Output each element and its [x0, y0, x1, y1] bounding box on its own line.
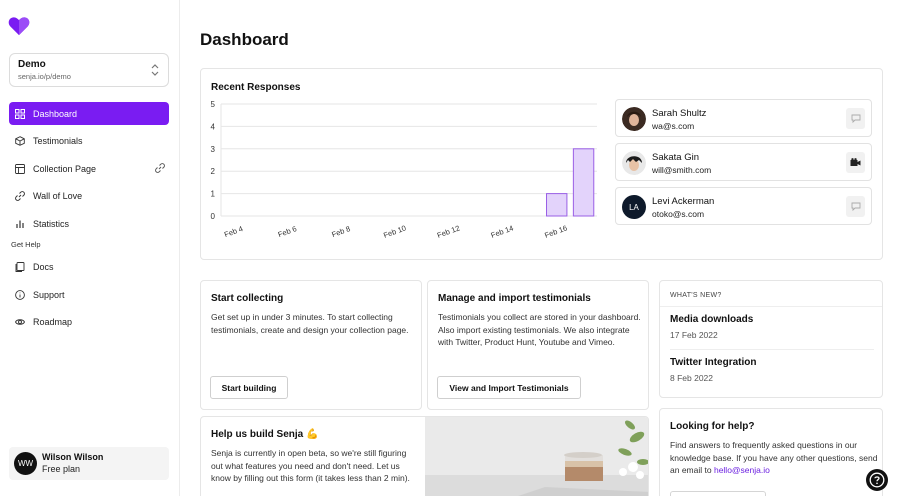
- response-name: Sarah Shultz: [652, 108, 707, 119]
- response-item[interactable]: Sarah Shultz wa@s.com: [615, 99, 872, 137]
- get-help-heading: Get Help: [11, 240, 41, 249]
- responses-chart: 0 1 2 3 4 5 Feb 4 Feb 6 Feb 8 Feb 10 Feb 12 Feb 14 F…: [211, 100, 597, 240]
- looking-for-help-text: Find answers to frequently asked questio…: [670, 439, 878, 477]
- divider: [670, 349, 874, 350]
- bar: [546, 193, 568, 217]
- help-build-text: Senja is currently in open beta, so we'r…: [211, 448, 410, 483]
- response-name: Levi Ackerman: [652, 196, 715, 207]
- user-name: Wilson Wilson: [42, 452, 104, 462]
- sidebar-item-label: Dashboard: [33, 108, 78, 119]
- help-button[interactable]: [670, 491, 766, 496]
- x-tick-label: Feb 12: [436, 223, 461, 239]
- response-item[interactable]: Sakata Gin will@smith.com: [615, 143, 872, 181]
- x-tick-label: Feb 8: [330, 224, 351, 239]
- response-item[interactable]: LA Levi Ackerman otoko@s.com: [615, 187, 872, 225]
- workspace-switcher[interactable]: Demo senja.io/p/demo: [9, 53, 169, 87]
- import-testimonials-title: Manage and import testimonials: [438, 293, 591, 304]
- x-tick-label: Feb 16: [543, 223, 568, 239]
- support-email-link[interactable]: hello@senja.io: [714, 465, 770, 475]
- help-build-card: Help us build Senja 💪 Senja is currently…: [200, 416, 649, 496]
- whats-new-card: WHAT'S NEW? Media downloads 17 Feb 2022 …: [659, 280, 883, 398]
- app: Demo senja.io/p/demo Dashboard Testimoni…: [0, 0, 900, 496]
- box-icon: [15, 135, 25, 146]
- sidebar-item-label: Collection Page: [33, 163, 97, 174]
- y-tick-label: 3: [211, 145, 216, 154]
- sidebar-item-support[interactable]: Support: [9, 283, 169, 306]
- sidebar-item-dashboard[interactable]: Dashboard: [9, 102, 169, 125]
- eye-icon: [15, 318, 25, 325]
- sidebar-item-label: Support: [33, 289, 65, 300]
- layout-icon: [15, 163, 25, 174]
- sidebar-item-label: Statistics: [33, 218, 70, 229]
- view-import-testimonials-button[interactable]: View and Import Testimonials: [437, 376, 581, 399]
- y-tick-label: 1: [211, 190, 216, 199]
- y-tick-label: 4: [211, 122, 216, 131]
- avatar: [622, 151, 646, 175]
- link-icon: [15, 190, 25, 201]
- response-email: will@smith.com: [652, 165, 712, 175]
- sidebar-item-label: Wall of Love: [33, 190, 83, 201]
- question-icon: [869, 472, 885, 488]
- sidebar-item-testimonials[interactable]: Testimonials: [9, 129, 169, 152]
- news-item-title[interactable]: Media downloads: [670, 314, 753, 325]
- x-tick-label: Feb 14: [490, 223, 515, 239]
- help-build-title: Help us build Senja 💪: [211, 429, 319, 440]
- divider: [660, 306, 882, 307]
- bar-chart-icon: [16, 220, 24, 228]
- chevron-updown-icon: [151, 64, 159, 76]
- start-collecting-text: Get set up in under 3 minutes. To start …: [211, 312, 409, 335]
- import-testimonials-text: Testimonials you collect are stored in y…: [438, 312, 641, 347]
- news-item-title[interactable]: Twitter Integration: [670, 357, 756, 368]
- heart-logo-icon[interactable]: [8, 16, 30, 36]
- bar: [572, 148, 595, 217]
- looking-for-help-title: Looking for help?: [670, 421, 755, 432]
- chat-icon[interactable]: [846, 108, 865, 129]
- sidebar-item-docs[interactable]: Docs: [9, 255, 169, 278]
- response-name: Sakata Gin: [652, 152, 699, 163]
- avatar-initials: LA: [629, 202, 639, 212]
- workspace-url: senja.io/p/demo: [18, 72, 71, 81]
- start-building-button[interactable]: Start building: [210, 376, 288, 399]
- link-icon[interactable]: [155, 163, 165, 173]
- sidebar-item-statistics[interactable]: Statistics: [9, 212, 169, 235]
- help-float-button[interactable]: [866, 469, 888, 491]
- start-collecting-title: Start collecting: [211, 293, 284, 304]
- sidebar-item-label: Roadmap: [33, 316, 73, 327]
- response-email: otoko@s.com: [652, 209, 705, 219]
- x-tick-label: Feb 6: [277, 224, 298, 239]
- response-email: wa@s.com: [652, 121, 695, 131]
- video-icon[interactable]: [846, 152, 865, 173]
- sidebar-item-label: Docs: [33, 261, 54, 272]
- x-tick-label: Feb 4: [223, 224, 244, 239]
- whats-new-label: WHAT'S NEW?: [670, 292, 722, 299]
- coffee-photo: [425, 417, 648, 496]
- sidebar-item-label: Testimonials: [33, 135, 83, 146]
- y-tick-label: 5: [211, 100, 216, 109]
- document-icon: [15, 261, 25, 272]
- sidebar-item-roadmap[interactable]: Roadmap: [9, 310, 169, 333]
- news-item-date: 8 Feb 2022: [670, 373, 714, 383]
- looking-for-help-body: Find answers to frequently asked questio…: [670, 440, 878, 475]
- avatar: WW: [14, 452, 37, 475]
- page-title: Dashboard: [200, 30, 289, 49]
- info-icon: [15, 289, 25, 300]
- sidebar-item-wall-of-love[interactable]: Wall of Love: [9, 184, 169, 207]
- avatar: [622, 107, 646, 131]
- chat-icon[interactable]: [846, 196, 865, 217]
- news-item-date: 17 Feb 2022: [670, 330, 718, 340]
- x-tick-label: Feb 10: [382, 223, 407, 239]
- y-tick-label: 0: [211, 212, 216, 221]
- grid-icon: [15, 108, 25, 119]
- user-plan: Free plan: [42, 464, 81, 474]
- sidebar-item-collection-page[interactable]: Collection Page: [9, 157, 169, 180]
- recent-responses-title: Recent Responses: [211, 82, 301, 93]
- workspace-name: Demo: [18, 59, 46, 70]
- user-menu[interactable]: WW Wilson Wilson Free plan: [9, 447, 169, 480]
- avatar: LA: [622, 195, 646, 219]
- sidebar: Demo senja.io/p/demo Dashboard Testimoni…: [0, 0, 180, 496]
- y-tick-label: 2: [211, 167, 216, 176]
- looking-for-help-card: Looking for help? Find answers to freque…: [659, 408, 883, 496]
